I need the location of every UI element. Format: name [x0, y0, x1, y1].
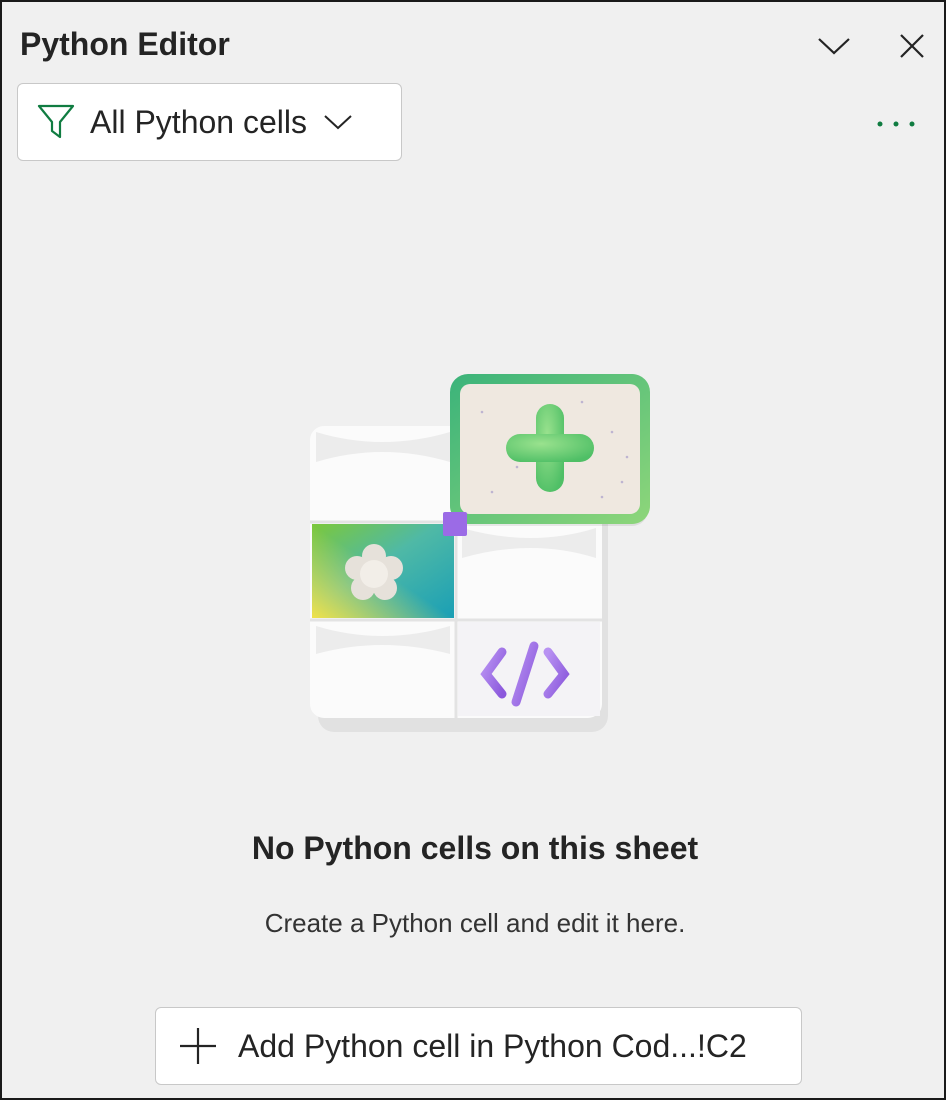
- close-icon: [900, 34, 924, 58]
- pane-title: Python Editor: [20, 26, 230, 62]
- chevron-down-icon: [323, 113, 353, 131]
- filter-label: All Python cells: [90, 103, 307, 140]
- close-button[interactable]: [890, 24, 934, 68]
- chevron-down-icon: [818, 38, 850, 55]
- empty-state-title: No Python cells on this sheet: [251, 830, 699, 866]
- empty-state-illustration: [310, 374, 650, 732]
- more-options-button[interactable]: [868, 106, 924, 142]
- more-horizontal-icon: [877, 121, 915, 127]
- add-python-cell-button[interactable]: Add Python cell in Python Cod...!C2: [155, 1007, 802, 1085]
- filter-icon: [36, 103, 76, 141]
- collapse-button[interactable]: [812, 24, 856, 68]
- add-python-cell-label: Add Python cell in Python Cod...!C2: [238, 1027, 747, 1064]
- empty-state-description: Create a Python cell and edit it here.: [264, 908, 686, 938]
- python-editor-pane: Python Editor All Python cells No Python…: [0, 0, 946, 1100]
- filter-dropdown[interactable]: All Python cells: [17, 83, 402, 161]
- plus-icon: [178, 1026, 218, 1066]
